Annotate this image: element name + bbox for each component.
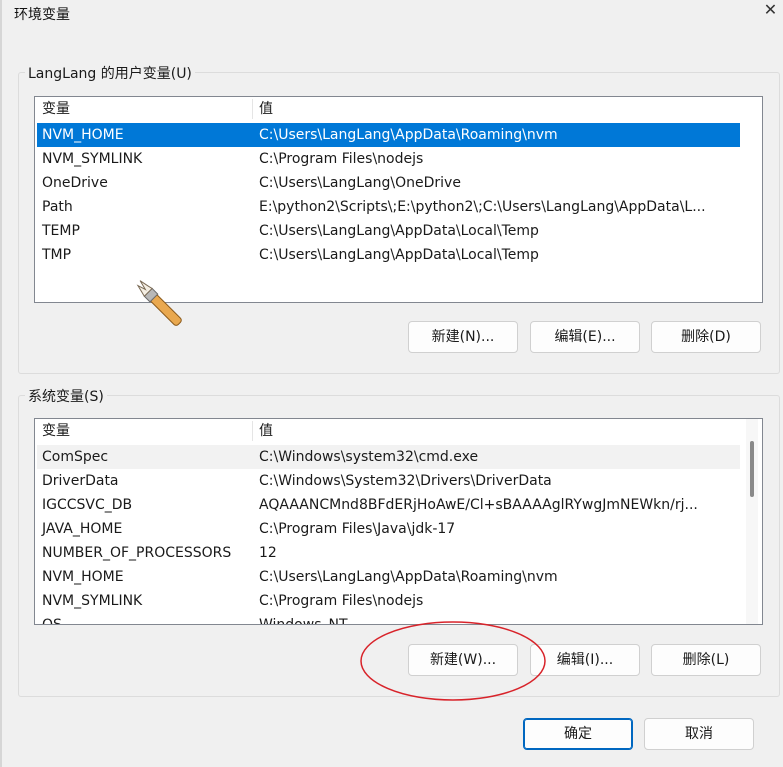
scrollbar-thumb[interactable] [750,441,754,497]
column-divider[interactable] [252,99,253,119]
variable-name-cell: NVM_SYMLINK [42,593,143,609]
cancel-button[interactable]: 取消 [644,718,754,750]
list-header: 变量 值 [35,97,762,121]
variable-value-cell: C:\Users\LangLang\AppData\Local\Temp [259,223,539,239]
table-row[interactable]: JAVA_HOME C:\Program Files\Java\jdk-17 [37,517,740,541]
column-header-value[interactable]: 值 [259,97,273,121]
variable-value-cell: C:\Users\LangLang\AppData\Roaming\nvm [259,569,558,585]
system-variables-label: 系统变量(S) [25,386,107,406]
column-header-variable[interactable]: 变量 [42,419,70,443]
system-new-button[interactable]: 新建(W)... [408,644,518,676]
variable-value-cell: C:\Program Files\Java\jdk-17 [259,521,456,537]
table-row[interactable]: ComSpec C:\Windows\system32\cmd.exe [37,445,740,469]
variable-name-cell: JAVA_HOME [42,521,123,537]
table-row[interactable]: OS Windows_NT [37,613,740,625]
ok-button[interactable]: 确定 [523,718,633,750]
variable-name-cell: IGCCSVC_DB [42,497,133,513]
table-row[interactable]: NVM_HOME C:\Users\LangLang\AppData\Roamin… [37,123,740,147]
variable-name-cell: NUMBER_OF_PROCESSORS [42,545,232,561]
variable-name-cell: TMP [42,247,72,263]
variable-name-cell: OS [42,617,62,625]
table-row[interactable]: NVM_HOME C:\Users\LangLang\AppData\Roamin… [37,565,740,589]
column-divider[interactable] [252,421,253,441]
variable-value-cell: C:\Program Files\nodejs [259,151,424,167]
variable-value-cell: C:\Users\LangLang\AppData\Roaming\nvm [259,127,558,143]
variable-value-cell: C:\Windows\System32\Drivers\DriverData [259,473,552,489]
table-row[interactable]: NVM_SYMLINK C:\Program Files\nodejs [37,147,740,171]
variable-value-cell: 12 [259,545,277,561]
table-row[interactable]: NVM_SYMLINK C:\Program Files\nodejs [37,589,740,613]
variable-name-cell: Path [42,199,73,215]
user-variables-list[interactable]: 变量 值 NVM_HOME C:\Users\LangLang\AppData\R… [34,96,763,303]
variable-value-cell: C:\Windows\system32\cmd.exe [259,449,479,465]
variable-value-cell: Windows_NT [259,617,348,625]
table-row[interactable]: IGCCSVC_DB AQAAANCMnd8BFdERjHoAwE/Cl+sBAA… [37,493,740,517]
close-icon[interactable]: ✕ [758,0,783,20]
system-edit-button[interactable]: 编辑(I)... [530,644,640,676]
table-row[interactable]: TMP C:\Users\LangLang\AppData\Local\Temp [37,243,740,267]
variable-value-cell: AQAAANCMnd8BFdERjHoAwE/Cl+sBAAAAglRYwgJm… [259,497,698,513]
variable-value-cell: C:\Program Files\nodejs [259,593,424,609]
variable-name-cell: NVM_HOME [42,569,124,585]
system-variables-list[interactable]: 变量 值 ComSpec C:\Windows\system32\cmd.exe D… [34,418,763,625]
variable-name-cell: OneDrive [42,175,108,191]
vertical-scrollbar[interactable] [746,419,758,624]
table-row[interactable]: Path E:\python2\Scripts\;E:\python2\;C:\U… [37,195,740,219]
table-row[interactable]: DriverData C:\Windows\System32\Drivers\Dr… [37,469,740,493]
variable-value-cell: C:\Users\LangLang\OneDrive [259,175,461,191]
column-header-value[interactable]: 值 [259,419,273,443]
list-header: 变量 值 [35,419,762,443]
user-delete-button[interactable]: 删除(D) [651,321,761,353]
user-edit-button[interactable]: 编辑(E)... [530,321,640,353]
variable-name-cell: DriverData [42,473,119,489]
variable-name-cell: NVM_HOME [42,127,124,143]
table-row[interactable]: TEMP C:\Users\LangLang\AppData\Local\Temp [37,219,740,243]
user-variables-label: LangLang 的用户变量(U) [25,63,195,83]
variable-name-cell: NVM_SYMLINK [42,151,143,167]
variable-value-cell: E:\python2\Scripts\;E:\python2\;C:\Users… [259,199,706,215]
column-header-variable[interactable]: 变量 [42,97,70,121]
variable-name-cell: TEMP [42,223,80,239]
table-row[interactable]: NUMBER_OF_PROCESSORS 12 [37,541,740,565]
variable-name-cell: ComSpec [42,449,109,465]
user-new-button[interactable]: 新建(N)... [408,321,518,353]
window-title: 环境变量 [14,7,70,23]
window-left-edge [0,0,2,767]
table-row[interactable]: OneDrive C:\Users\LangLang\OneDrive [37,171,740,195]
variable-value-cell: C:\Users\LangLang\AppData\Local\Temp [259,247,539,263]
system-delete-button[interactable]: 删除(L) [651,644,761,676]
